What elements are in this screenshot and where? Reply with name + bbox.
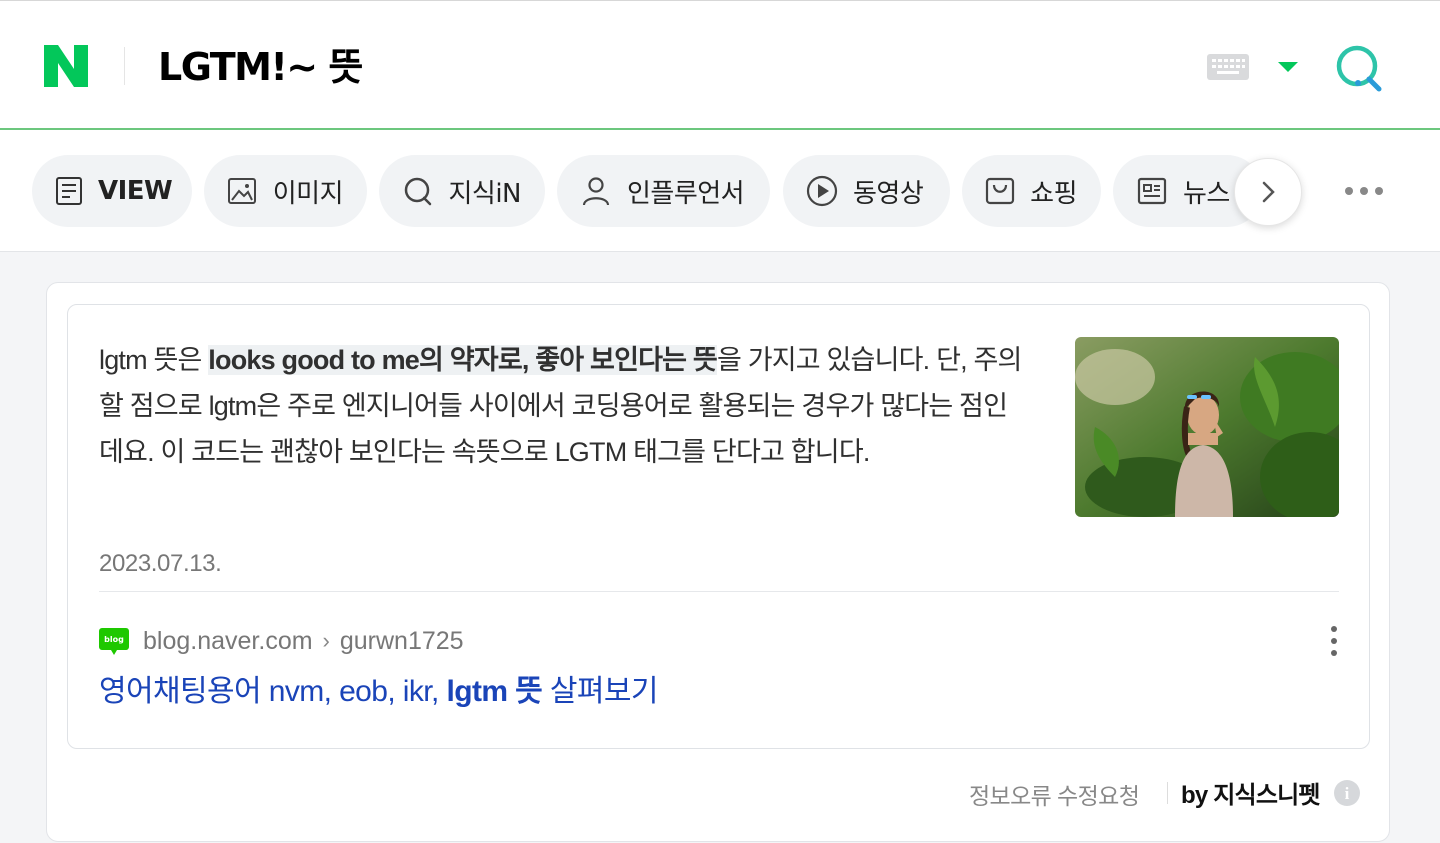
tab-label: 지식iN — [448, 178, 521, 209]
tab-label: 쇼핑 — [1030, 178, 1077, 209]
knowledge-snippet-card: lgtm 뜻은 looks good to me의 약자로, 좋아 보인다는 뜻… — [46, 282, 1390, 842]
blog-badge-text: blog — [104, 635, 124, 644]
header-divider — [124, 47, 125, 85]
tab-label: VIEW — [98, 176, 173, 206]
link-pre: 영어채팅용어 nvm, eob, ikr, — [99, 675, 447, 708]
tab-label: 인플루언서 — [627, 178, 745, 209]
naver-logo[interactable] — [44, 45, 88, 87]
report-error-link[interactable]: 정보오류 수정요청 — [969, 777, 1140, 811]
source-link-title[interactable]: 영어채팅용어 nvm, eob, ikr, lgtm 뜻 살펴보기 — [99, 671, 659, 713]
vertical-tab-bar: VIEW 이미지 지식iN 인플루언서 동영상 쇼핑 뉴스 — [0, 130, 1440, 252]
link-bold: lgtm 뜻 — [446, 675, 543, 708]
tab-image[interactable]: 이미지 — [204, 155, 367, 227]
tab-label: 동영상 — [853, 178, 924, 209]
source-site[interactable]: blog.naver.com — [143, 623, 313, 659]
tab-label: 이미지 — [272, 178, 344, 209]
more-tabs-button[interactable] — [1340, 178, 1388, 204]
keyboard-icon[interactable] — [1207, 54, 1249, 80]
image-icon — [226, 174, 259, 208]
answer-highlight: looks good to me의 약자로, 좋아 보인다는 뜻 — [208, 345, 718, 375]
tab-influencer[interactable]: 인플루언서 — [557, 155, 770, 227]
blog-icon: blog — [99, 628, 129, 656]
newspaper-icon — [1135, 174, 1169, 208]
tab-view[interactable]: VIEW — [32, 155, 192, 227]
info-glyph: i — [1345, 784, 1350, 803]
footer-divider — [1167, 782, 1168, 804]
link-post: 살펴보기 — [542, 675, 659, 708]
snippet-attribution: by 지식스니펫 — [1181, 782, 1320, 809]
autocomplete-toggle-icon[interactable] — [1276, 59, 1300, 75]
more-options-icon[interactable] — [1322, 623, 1346, 659]
play-icon — [805, 174, 839, 208]
snippet-thumbnail[interactable] — [1075, 337, 1339, 517]
kin-search-icon — [401, 174, 434, 208]
answer-pre: lgtm 뜻은 — [99, 345, 209, 375]
snippet-answer-text: lgtm 뜻은 looks good to me의 약자로, 좋아 보인다는 뜻… — [99, 337, 1029, 475]
chevron-right-icon — [1262, 181, 1275, 203]
shopping-bag-icon — [984, 174, 1016, 208]
tab-scroll-next-button[interactable] — [1234, 158, 1302, 226]
snippet-divider — [99, 591, 1339, 592]
more-dots-icon — [1345, 187, 1383, 195]
source-breadcrumb[interactable]: blog.naver.com › gurwn1725 — [143, 623, 464, 659]
search-query-text[interactable]: LGTM!~ 뜻 — [158, 39, 363, 95]
tab-label: 뉴스 — [1183, 178, 1230, 209]
tab-kin[interactable]: 지식iN — [379, 155, 545, 227]
document-icon — [54, 174, 84, 208]
search-icon[interactable] — [1332, 41, 1386, 95]
person-icon — [579, 174, 613, 208]
snippet-date: 2023.07.13. — [99, 550, 222, 577]
snippet-inner-card: lgtm 뜻은 looks good to me의 약자로, 좋아 보인다는 뜻… — [67, 304, 1370, 749]
source-user[interactable]: gurwn1725 — [340, 623, 464, 659]
info-icon[interactable]: i — [1333, 779, 1361, 807]
breadcrumb-separator: › — [322, 628, 330, 653]
tab-video[interactable]: 동영상 — [783, 155, 950, 227]
search-header: LGTM!~ 뜻 — [0, 0, 1440, 130]
tab-shopping[interactable]: 쇼핑 — [962, 155, 1101, 227]
